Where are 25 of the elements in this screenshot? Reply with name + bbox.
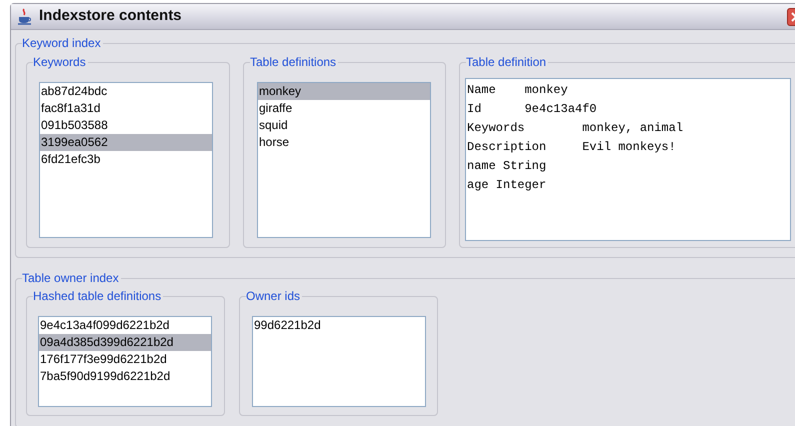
definition-line: name String: [467, 158, 548, 175]
list-item[interactable]: giraffe: [258, 100, 430, 117]
list-item[interactable]: 3199ea0562: [40, 134, 212, 151]
list-item[interactable]: 176f177f3e99d6221b2d: [39, 351, 211, 368]
group-title: Keyword index: [22, 35, 103, 51]
coffee-cup-icon: [17, 8, 33, 26]
definition-line: age Integer: [467, 177, 548, 194]
definition-line: Keywords monkey, animal: [467, 120, 684, 137]
group-title: Keywords: [33, 54, 88, 70]
list-item[interactable]: squid: [258, 117, 430, 134]
list-item[interactable]: 6fd21efc3b: [40, 151, 212, 168]
list-item[interactable]: monkey: [258, 83, 430, 100]
window-title: Indexstore contents: [39, 6, 182, 26]
list-item[interactable]: 99d6221b2d: [253, 317, 425, 334]
list-item[interactable]: 09a4d385d399d6221b2d: [39, 334, 211, 351]
list-item[interactable]: fac8f1a31d: [40, 100, 212, 117]
text-area[interactable]: Name monkey Id 9e4c13a4f0 Keywords monkey, animal Description Evil monkeys! name String age Integer: [465, 78, 791, 241]
list-item[interactable]: ab87d24bdc: [40, 83, 212, 100]
list-item[interactable]: 091b503588: [40, 117, 212, 134]
definition-line: Description Evil monkeys!: [467, 139, 677, 156]
list-item[interactable]: 9e4c13a4f099d6221b2d: [39, 317, 211, 334]
list-item[interactable]: 7ba5f90d9199d6221b2d: [39, 368, 211, 385]
list-item[interactable]: horse: [258, 134, 430, 151]
definition-line: Id 9e4c13a4f0: [467, 101, 598, 118]
definition-line: Name monkey: [467, 82, 569, 99]
